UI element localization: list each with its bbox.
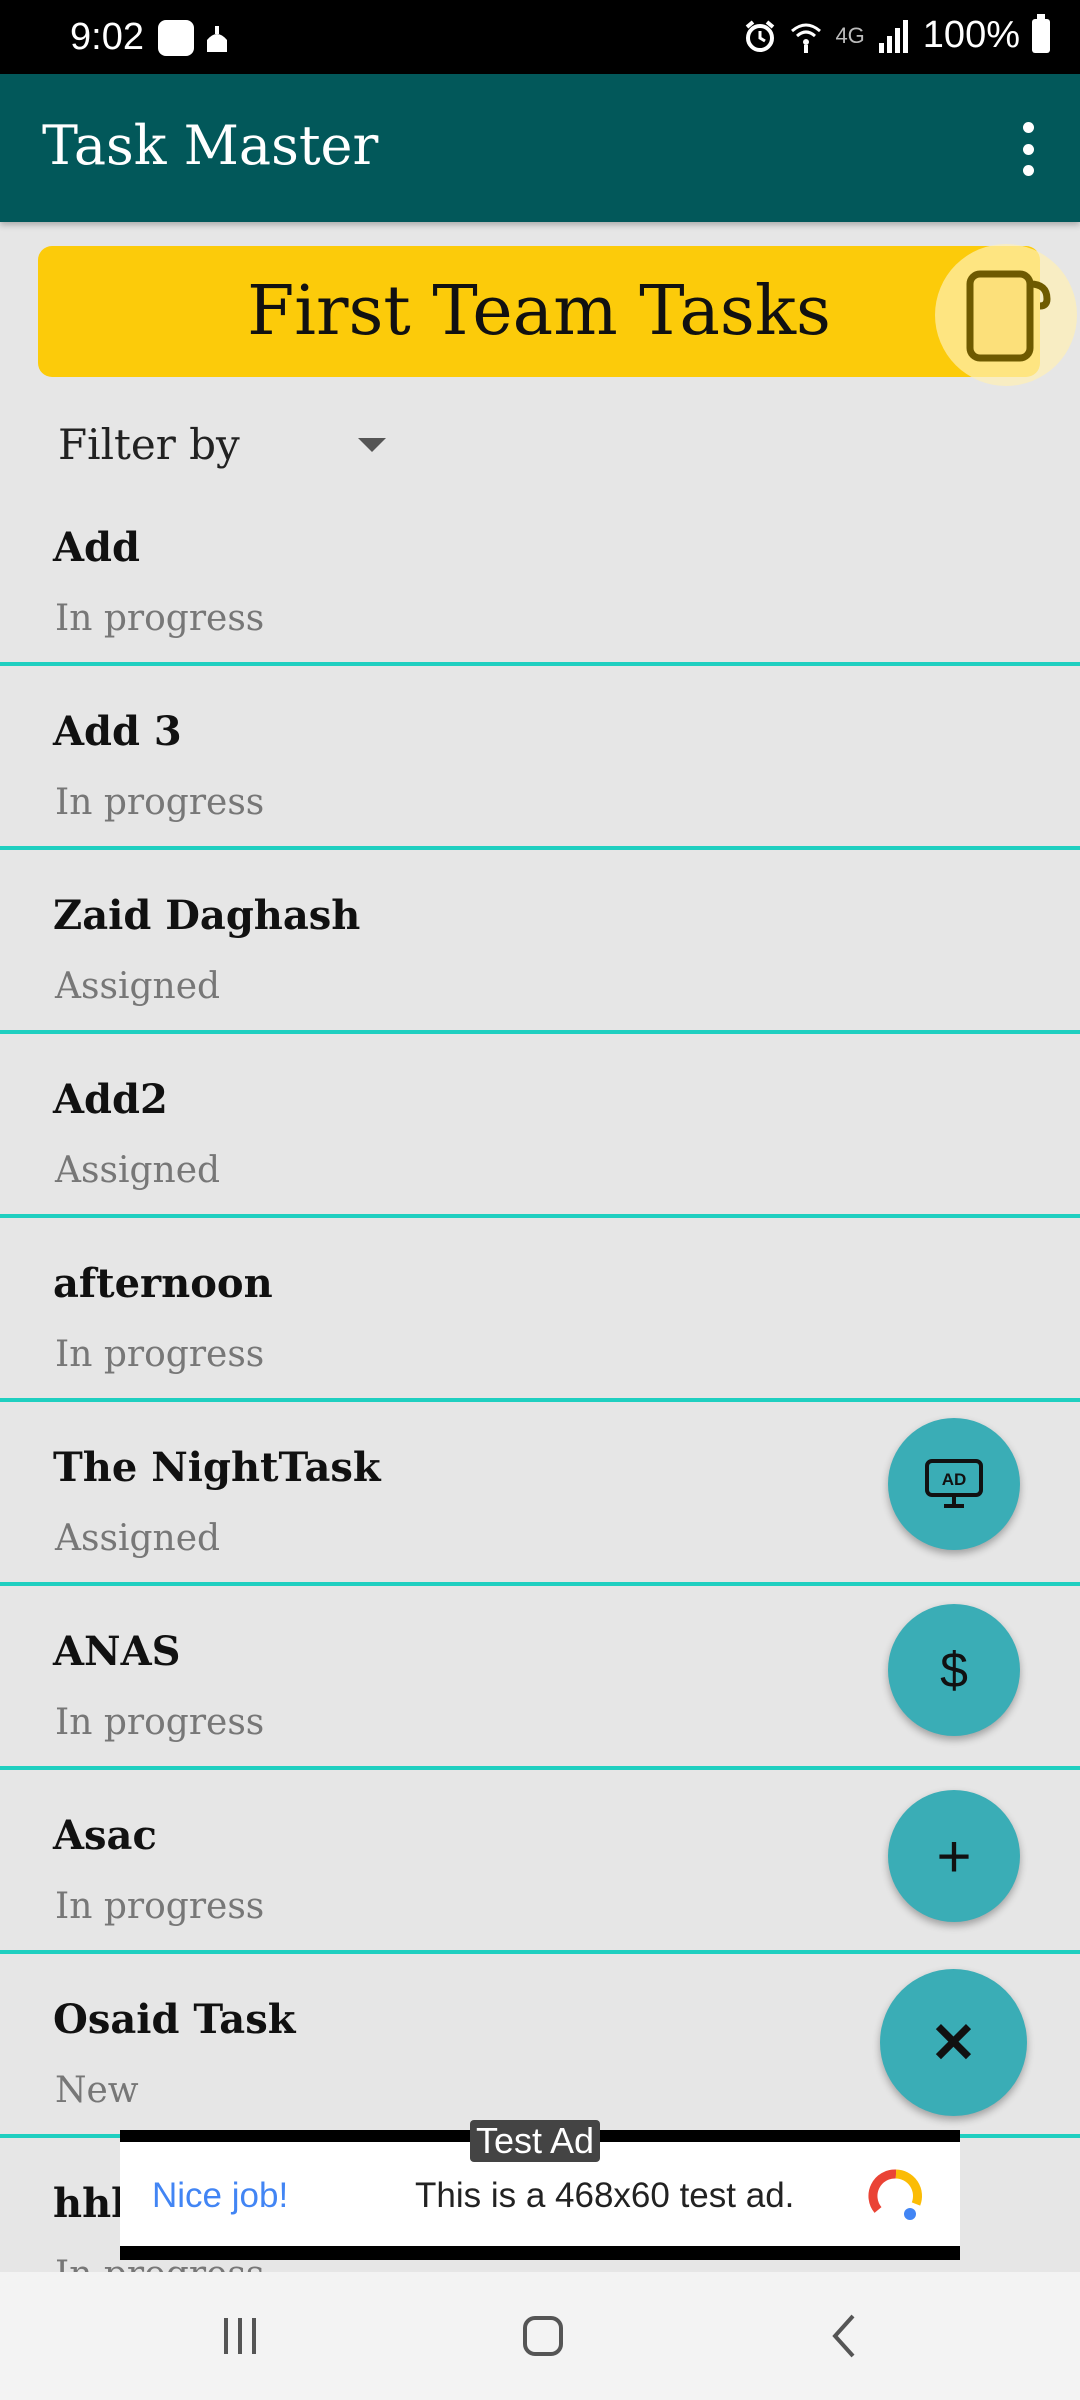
- add-task-button[interactable]: +: [888, 1790, 1020, 1922]
- test-ad-tag: Test Ad: [470, 2120, 601, 2162]
- status-bar: 9:02 4G 100%: [0, 0, 1080, 74]
- task-name: Add 3: [53, 708, 182, 755]
- task-row[interactable]: Zaid Daghash Assigned: [0, 850, 1080, 1034]
- team-title: First Team Tasks: [247, 272, 831, 351]
- recents-icon[interactable]: [210, 2306, 270, 2366]
- task-status: Assigned: [55, 1518, 221, 1559]
- close-menu-button[interactable]: ✕: [880, 1969, 1027, 2116]
- back-icon[interactable]: [815, 2306, 875, 2366]
- dollar-icon: $: [940, 1642, 968, 1698]
- team-switch-button[interactable]: [935, 244, 1077, 386]
- mug-icon: [966, 270, 1051, 362]
- task-name: Asac: [53, 1812, 157, 1859]
- task-name: Add2: [53, 1076, 168, 1123]
- system-nav-bar: [0, 2272, 1080, 2400]
- app-notification-icon: [158, 20, 194, 56]
- task-row[interactable]: Add2 Assigned: [0, 1034, 1080, 1218]
- ad-banner[interactable]: Nice job! This is a 468x60 test ad. Test…: [120, 2120, 960, 2260]
- task-status: In progress: [55, 598, 265, 639]
- task-status: New: [55, 2070, 139, 2111]
- task-status: In progress: [55, 1886, 265, 1927]
- task-name: Zaid Daghash: [53, 892, 361, 939]
- task-name: The NightTask: [53, 1444, 381, 1491]
- watch-ad-button[interactable]: AD: [888, 1418, 1020, 1550]
- task-row[interactable]: afternoon In progress: [0, 1218, 1080, 1402]
- alarm-icon: [746, 19, 775, 52]
- purchase-button[interactable]: $: [888, 1604, 1020, 1736]
- ad-logo-icon: [868, 2169, 922, 2220]
- network-type: 4G: [835, 22, 865, 48]
- ad-body: This is a 468x60 test ad.: [415, 2176, 795, 2215]
- filter-label: Filter by: [58, 420, 240, 469]
- signal-icon: [878, 19, 908, 53]
- status-right: 4G 100%: [743, 13, 1050, 57]
- status-time: 9:02: [70, 16, 144, 58]
- plus-icon: +: [936, 1822, 972, 1890]
- task-status: In progress: [55, 1334, 265, 1375]
- svg-text:AD: AD: [942, 1470, 967, 1489]
- task-name: afternoon: [53, 1260, 273, 1307]
- task-name: Osaid Task: [53, 1996, 296, 2043]
- task-status: In progress: [55, 1702, 265, 1743]
- mosque-icon: [207, 26, 227, 52]
- notification-icons: [158, 20, 230, 56]
- task-status: In progress: [55, 782, 265, 823]
- home-icon[interactable]: [513, 2306, 573, 2366]
- team-banner: First Team Tasks: [38, 246, 1040, 377]
- overflow-menu-icon[interactable]: [1016, 122, 1040, 176]
- task-row[interactable]: Add 3 In progress: [0, 666, 1080, 850]
- app-title: Task Master: [42, 114, 379, 177]
- battery-percentage: 100%: [922, 14, 1020, 56]
- task-status: Assigned: [55, 1150, 221, 1191]
- task-status: Assigned: [55, 966, 221, 1007]
- filter-dropdown[interactable]: Filter by: [58, 420, 386, 469]
- close-icon: ✕: [930, 2010, 977, 2074]
- battery-icon: [1032, 13, 1050, 53]
- app-bar: Task Master: [0, 74, 1080, 222]
- wifi-calling-icon: [791, 23, 822, 53]
- task-name: Add: [53, 524, 140, 571]
- task-name: ANAS: [53, 1628, 181, 1675]
- ad-monitor-icon: AD: [925, 1459, 983, 1508]
- dropdown-arrow-icon: [357, 437, 386, 452]
- ad-headline: Nice job!: [152, 2176, 289, 2215]
- task-row[interactable]: Add In progress: [0, 482, 1080, 666]
